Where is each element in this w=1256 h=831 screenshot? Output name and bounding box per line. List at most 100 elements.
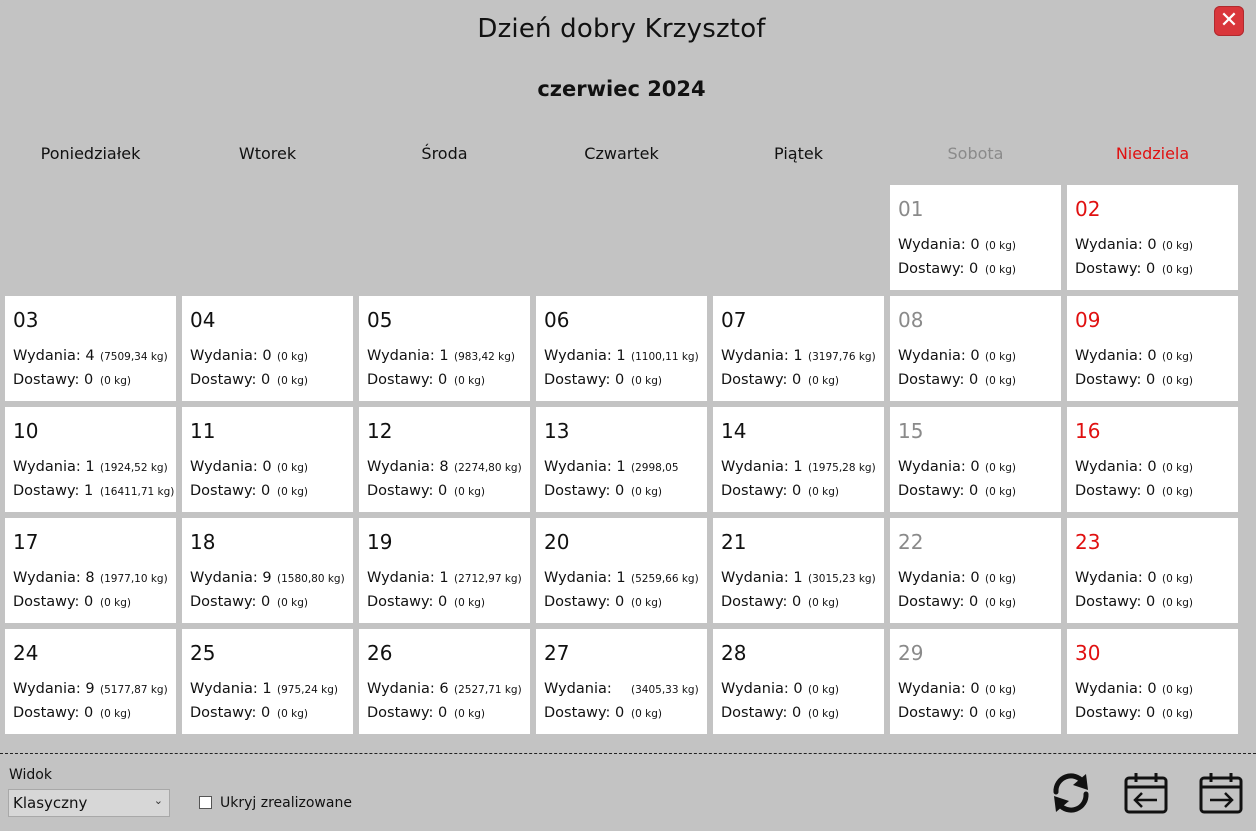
day-cell[interactable]: 28 Wydania: 0 (0 kg) Dostawy: 0 (0 kg) <box>713 629 884 734</box>
deliveries-line: Dostawy: 0 (0 kg) <box>544 705 662 721</box>
day-cell[interactable]: 30 Wydania: 0 (0 kg) Dostawy: 0 (0 kg) <box>1067 629 1238 734</box>
deliveries-count: 0 <box>792 372 802 388</box>
deliveries-label: Dostawy: <box>898 705 965 721</box>
day-cell[interactable]: 11 Wydania: 0 (0 kg) Dostawy: 0 (0 kg) <box>182 407 353 512</box>
deliveries-weight: (0 kg) <box>631 708 662 720</box>
issues-count: 0 <box>970 459 980 475</box>
issues-line: Wydania: 6 (2527,71 kg) <box>367 681 522 697</box>
day-cell[interactable]: 02 Wydania: 0 (0 kg) Dostawy: 0 (0 kg) <box>1067 185 1238 290</box>
next-month-button[interactable] <box>1198 770 1244 816</box>
previous-month-button[interactable] <box>1123 770 1169 816</box>
day-cell[interactable]: 20 Wydania: 1 (5259,66 kg) Dostawy: 0 (0 kg) <box>536 518 707 623</box>
deliveries-line: Dostawy: 0 (0 kg) <box>721 483 839 499</box>
view-select-value: Klasyczny <box>13 794 88 812</box>
deliveries-count: 0 <box>969 594 979 610</box>
day-cell[interactable]: 16 Wydania: 0 (0 kg) Dostawy: 0 (0 kg) <box>1067 407 1238 512</box>
day-cell[interactable]: 07 Wydania: 1 (3197,76 kg) Dostawy: 0 (0 kg) <box>713 296 884 401</box>
issues-weight: (0 kg) <box>985 462 1016 474</box>
day-cell[interactable]: 12 Wydania: 8 (2274,80 kg) Dostawy: 0 (0 kg) <box>359 407 530 512</box>
day-cell[interactable]: 09 Wydania: 0 (0 kg) Dostawy: 0 (0 kg) <box>1067 296 1238 401</box>
deliveries-label: Dostawy: <box>367 372 434 388</box>
day-cell[interactable]: 25 Wydania: 1 (975,24 kg) Dostawy: 0 (0 kg) <box>182 629 353 734</box>
hide-completed-checkbox[interactable] <box>199 796 212 809</box>
issues-line: Wydania: 0 (0 kg) <box>898 570 1016 586</box>
deliveries-line: Dostawy: 0 (0 kg) <box>1075 372 1193 388</box>
day-cell[interactable]: 24 Wydania: 9 (5177,87 kg) Dostawy: 0 (0 kg) <box>5 629 176 734</box>
deliveries-count: 0 <box>84 372 94 388</box>
day-cell[interactable]: 26 Wydania: 6 (2527,71 kg) Dostawy: 0 (0 kg) <box>359 629 530 734</box>
deliveries-weight: (0 kg) <box>1162 486 1193 498</box>
issues-weight: (3015,23 kg) <box>808 573 876 585</box>
deliveries-weight: (0 kg) <box>277 486 308 498</box>
deliveries-count: 0 <box>792 483 802 499</box>
deliveries-count: 0 <box>969 483 979 499</box>
deliveries-line: Dostawy: 1 (16411,71 kg) <box>13 483 174 499</box>
issues-label: Wydania: <box>1075 237 1143 253</box>
day-cell[interactable]: 22 Wydania: 0 (0 kg) Dostawy: 0 (0 kg) <box>890 518 1061 623</box>
deliveries-weight: (0 kg) <box>277 597 308 609</box>
deliveries-count: 0 <box>1146 483 1156 499</box>
day-number: 18 <box>190 530 216 554</box>
issues-line: Wydania: 0 (0 kg) <box>1075 570 1193 586</box>
day-cell[interactable]: 06 Wydania: 1 (1100,11 kg) Dostawy: 0 (0 kg) <box>536 296 707 401</box>
deliveries-label: Dostawy: <box>1075 594 1142 610</box>
issues-line: Wydania: (3405,33 kg) <box>544 681 699 697</box>
day-cell[interactable]: 13 Wydania: 1 (2998,05 Dostawy: 0 (0 kg) <box>536 407 707 512</box>
issues-weight: (1924,52 kg) <box>100 462 168 474</box>
issues-label: Wydania: <box>544 459 612 475</box>
deliveries-line: Dostawy: 0 (0 kg) <box>544 594 662 610</box>
refresh-button[interactable] <box>1048 770 1094 816</box>
day-cell[interactable]: 14 Wydania: 1 (1975,28 kg) Dostawy: 0 (0 kg) <box>713 407 884 512</box>
day-cell[interactable]: 05 Wydania: 1 (983,42 kg) Dostawy: 0 (0 kg) <box>359 296 530 401</box>
issues-label: Wydania: <box>367 459 435 475</box>
issues-weight: (1977,10 kg) <box>100 573 168 585</box>
issues-label: Wydania: <box>898 570 966 586</box>
day-number: 27 <box>544 641 570 665</box>
issues-count: 1 <box>793 459 803 475</box>
day-cell[interactable]: 17 Wydania: 8 (1977,10 kg) Dostawy: 0 (0 kg) <box>5 518 176 623</box>
deliveries-line: Dostawy: 0 (0 kg) <box>544 372 662 388</box>
day-cell[interactable]: 15 Wydania: 0 (0 kg) Dostawy: 0 (0 kg) <box>890 407 1061 512</box>
hide-completed-label[interactable]: Ukryj zrealizowane <box>220 795 352 811</box>
day-cell[interactable]: 04 Wydania: 0 (0 kg) Dostawy: 0 (0 kg) <box>182 296 353 401</box>
issues-line: Wydania: 1 (1975,28 kg) <box>721 459 876 475</box>
issues-label: Wydania: <box>721 681 789 697</box>
day-cell[interactable]: 01 Wydania: 0 (0 kg) Dostawy: 0 (0 kg) <box>890 185 1061 290</box>
issues-line: Wydania: 8 (1977,10 kg) <box>13 570 168 586</box>
deliveries-label: Dostawy: <box>190 594 257 610</box>
day-number: 12 <box>367 419 393 443</box>
day-cell[interactable]: 03 Wydania: 4 (7509,34 kg) Dostawy: 0 (0 kg) <box>5 296 176 401</box>
day-cell[interactable]: 29 Wydania: 0 (0 kg) Dostawy: 0 (0 kg) <box>890 629 1061 734</box>
issues-count: 0 <box>1147 348 1157 364</box>
deliveries-weight: (0 kg) <box>454 375 485 387</box>
issues-weight: (7509,34 kg) <box>100 351 168 363</box>
issues-label: Wydania: <box>898 348 966 364</box>
day-number: 16 <box>1075 419 1101 443</box>
day-cell[interactable]: 27 Wydania: (3405,33 kg) Dostawy: 0 (0 kg) <box>536 629 707 734</box>
greeting-title: Dzień dobry Krzysztof <box>477 14 766 44</box>
day-cell[interactable]: 10 Wydania: 1 (1924,52 kg) Dostawy: 1 (16411… <box>5 407 176 512</box>
issues-count: 9 <box>262 570 272 586</box>
footer-divider <box>0 753 1256 754</box>
issues-line: Wydania: 0 (0 kg) <box>898 237 1016 253</box>
issues-line: Wydania: 0 (0 kg) <box>898 348 1016 364</box>
issues-weight: (0 kg) <box>277 462 308 474</box>
day-cell[interactable]: 21 Wydania: 1 (3015,23 kg) Dostawy: 0 (0 kg) <box>713 518 884 623</box>
day-cell[interactable]: 18 Wydania: 9 (1580,80 kg) Dostawy: 0 (0 kg) <box>182 518 353 623</box>
deliveries-label: Dostawy: <box>721 705 788 721</box>
deliveries-weight: (0 kg) <box>1162 264 1193 276</box>
next-month-icon <box>1199 773 1243 814</box>
deliveries-label: Dostawy: <box>898 372 965 388</box>
day-cell[interactable]: 19 Wydania: 1 (2712,97 kg) Dostawy: 0 (0 kg) <box>359 518 530 623</box>
issues-count: 0 <box>1147 570 1157 586</box>
deliveries-count: 0 <box>438 372 448 388</box>
issues-count: 0 <box>970 237 980 253</box>
issues-label: Wydania: <box>544 570 612 586</box>
issues-line: Wydania: 1 (2998,05 <box>544 459 679 475</box>
day-cell[interactable]: 08 Wydania: 0 (0 kg) Dostawy: 0 (0 kg) <box>890 296 1061 401</box>
day-cell[interactable]: 23 Wydania: 0 (0 kg) Dostawy: 0 (0 kg) <box>1067 518 1238 623</box>
day-number: 01 <box>898 197 924 221</box>
view-select[interactable]: Klasyczny ⌄ <box>8 789 170 817</box>
issues-line: Wydania: 9 (5177,87 kg) <box>13 681 168 697</box>
issues-line: Wydania: 9 (1580,80 kg) <box>190 570 345 586</box>
